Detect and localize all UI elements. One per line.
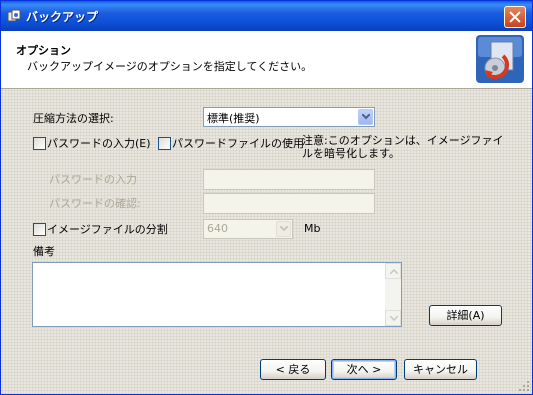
- compression-value: 標準(推奨): [207, 112, 260, 125]
- split-checkbox-label[interactable]: イメージファイルの分割: [47, 221, 168, 237]
- details-button[interactable]: 詳細(A): [429, 305, 502, 326]
- scroll-up-icon[interactable]: [385, 263, 401, 279]
- wizard-header: オプション バックアップイメージのオプションを指定してください。: [1, 31, 532, 89]
- password-file-checkbox-label[interactable]: パスワードファイルの使用: [172, 135, 304, 151]
- compression-label: 圧縮方法の選択:: [33, 112, 114, 125]
- password-confirm-label: パスワードの確認:: [49, 197, 141, 210]
- scroll-down-icon[interactable]: [385, 310, 401, 326]
- password-file-checkbox[interactable]: [158, 137, 171, 150]
- password-confirm-input[interactable]: [203, 193, 375, 214]
- page-title: オプション: [16, 44, 71, 57]
- next-button[interactable]: 次へ >: [331, 359, 397, 380]
- split-checkbox[interactable]: [33, 223, 46, 236]
- title-bar[interactable]: バックアップ: [1, 1, 532, 31]
- close-button[interactable]: [504, 6, 526, 28]
- remarks-textarea[interactable]: [32, 262, 402, 327]
- split-unit-label: Mb: [304, 222, 321, 235]
- remarks-label: 備考: [33, 245, 55, 258]
- resize-grip-icon[interactable]: [518, 380, 530, 392]
- cancel-button[interactable]: キャンセル: [404, 359, 477, 380]
- page-subtitle: バックアップイメージのオプションを指定してください。: [27, 60, 313, 73]
- chevron-down-icon[interactable]: [276, 221, 291, 237]
- options-panel: 圧縮方法の選択: 標準(推奨) パスワードの入力(E) パスワードファイルの使用…: [1, 89, 532, 394]
- password-input[interactable]: [203, 169, 375, 190]
- window-title: バックアップ: [26, 10, 99, 24]
- backup-window: バックアップ オプション バックアップイメージのオプションを指定してください。 …: [0, 0, 533, 395]
- backup-app-icon: [7, 9, 21, 22]
- password-checkbox-label[interactable]: パスワードの入力(E): [47, 135, 151, 151]
- remarks-scrollbar[interactable]: [385, 263, 401, 326]
- split-size-value: 640: [207, 222, 228, 235]
- compression-select[interactable]: 標準(推奨): [203, 107, 375, 127]
- backup-logo-icon: [476, 35, 524, 83]
- password-checkbox[interactable]: [33, 137, 46, 150]
- split-size-select[interactable]: 640: [203, 219, 293, 239]
- back-button[interactable]: < 戻る: [260, 359, 326, 380]
- encryption-note-line2: ルを暗号化します。: [302, 147, 400, 160]
- chevron-down-icon[interactable]: [358, 109, 373, 125]
- password-label: パスワードの入力: [49, 173, 137, 186]
